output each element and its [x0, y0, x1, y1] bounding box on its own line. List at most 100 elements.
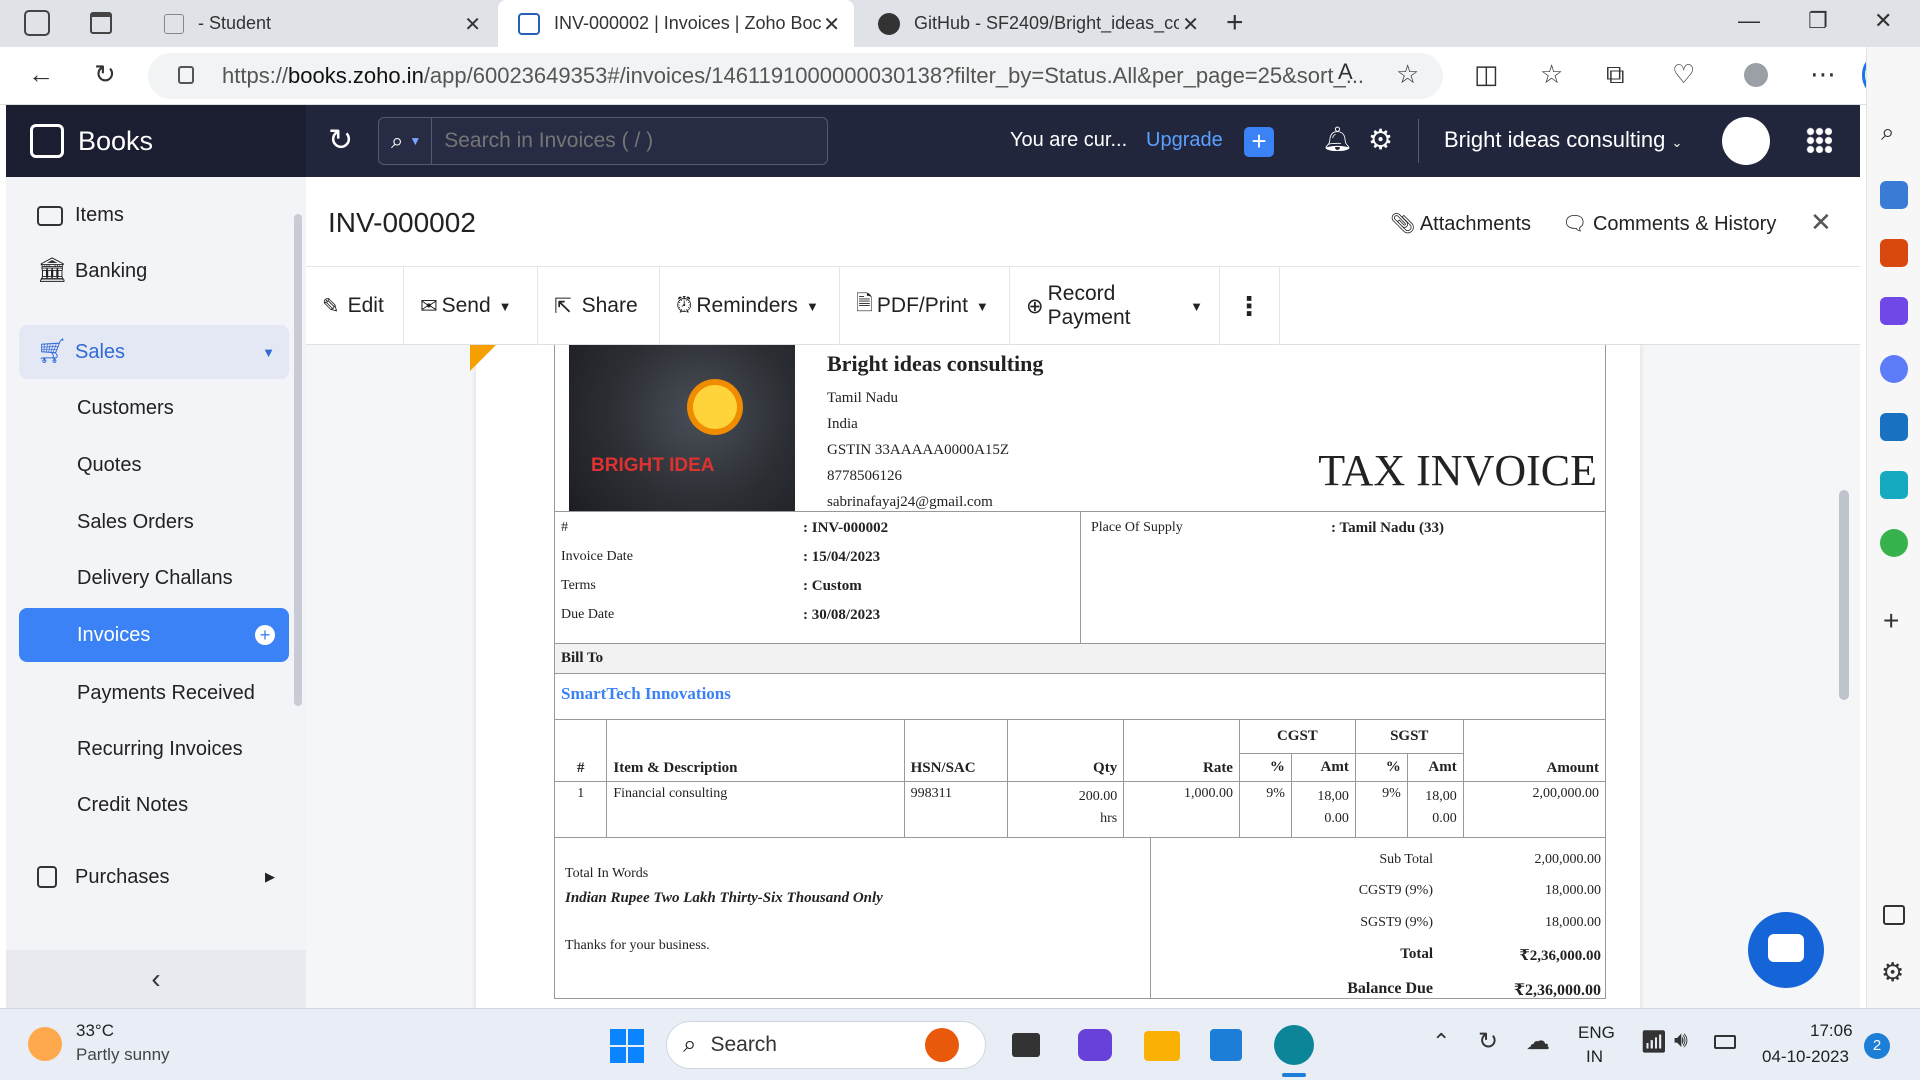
- sidebar-item-sales-orders[interactable]: Sales Orders: [19, 495, 289, 549]
- close-tab-icon[interactable]: ✕: [823, 12, 840, 37]
- close-icon[interactable]: ✕: [1810, 207, 1832, 238]
- new-tab-icon[interactable]: +: [1226, 6, 1244, 40]
- url-field[interactable]: https://books.zoho.in/app/60023649353#/i…: [148, 53, 1443, 99]
- share-button[interactable]: ⇱ Share: [538, 267, 660, 345]
- file-explorer-icon[interactable]: [1144, 1031, 1180, 1061]
- app-grid-icon[interactable]: [1806, 127, 1832, 153]
- more-icon[interactable]: ⋯: [1810, 59, 1836, 90]
- wifi-icon[interactable]: 📶︎: [1640, 1029, 1668, 1055]
- sidebar-toggle-icon[interactable]: [1883, 905, 1905, 925]
- tab-invoice[interactable]: INV-000002 | Invoices | Zoho Boc ✕: [498, 0, 854, 47]
- pdf-print-button[interactable]: 🗎︎ PDF/Print ▼: [840, 267, 1010, 345]
- read-aloud-icon[interactable]: A: [1338, 59, 1353, 85]
- notification-badge[interactable]: 2: [1864, 1033, 1890, 1059]
- tab-label: GitHub - SF2409/Bright_ideas_co: [914, 13, 1179, 33]
- clock-time[interactable]: 17:06: [1810, 1021, 1853, 1041]
- sidebar-item-payments-received[interactable]: Payments Received: [19, 666, 289, 720]
- tab-actions-icon[interactable]: [90, 12, 112, 34]
- sidebar-item-recurring-invoices[interactable]: Recurring Invoices: [19, 722, 289, 776]
- sidebar-item-purchases[interactable]: Purchases ▶: [19, 850, 289, 904]
- settings-icon[interactable]: ⚙: [1881, 957, 1904, 988]
- gear-icon[interactable]: ⚙: [1368, 123, 1393, 156]
- split-screen-icon[interactable]: ◫: [1474, 59, 1499, 90]
- search-icon[interactable]: ⌕: [1881, 119, 1894, 147]
- sidebar-item-banking[interactable]: 🏛︎ Banking: [19, 244, 289, 298]
- items-table-wrap: # Item & Description HSN/SAC Qty Rate CG…: [555, 719, 1605, 838]
- attachments-button[interactable]: 📎︎ Attachments: [1390, 211, 1531, 236]
- sidebar-item-quotes[interactable]: Quotes: [19, 438, 289, 492]
- back-icon[interactable]: ←: [28, 59, 54, 90]
- search-input[interactable]: [444, 129, 805, 153]
- content-scrollbar[interactable]: [1839, 490, 1849, 700]
- chat-button[interactable]: [1748, 912, 1824, 988]
- edge-icon[interactable]: [1274, 1025, 1314, 1065]
- sidebar-item-invoices[interactable]: Invoices +: [19, 608, 289, 662]
- chevron-down-icon[interactable]: ▼: [409, 134, 421, 148]
- search-box[interactable]: ⌕ ▼: [378, 117, 828, 165]
- store-icon[interactable]: [1210, 1029, 1242, 1061]
- onedrive-icon[interactable]: ☁: [1526, 1027, 1550, 1056]
- office-icon[interactable]: [1880, 355, 1908, 383]
- cell-item: Financial consulting: [606, 781, 905, 838]
- sidebar-item-items[interactable]: Items: [19, 188, 289, 242]
- profile-avatar[interactable]: [1744, 63, 1768, 87]
- tab-student[interactable]: - Student ✕: [140, 0, 495, 47]
- outlook-icon[interactable]: [1880, 413, 1908, 441]
- weather-icon[interactable]: [28, 1027, 62, 1061]
- sidebar-item-sales[interactable]: 🛒︎ Sales ▼: [19, 325, 289, 379]
- collapse-sidebar-button[interactable]: ‹: [6, 950, 306, 1008]
- clock-date[interactable]: 04-10-2023: [1762, 1047, 1849, 1067]
- qty-value: 200.00: [1078, 789, 1118, 804]
- tools-icon[interactable]: [1880, 239, 1908, 267]
- recent-activity-icon[interactable]: ↻: [328, 123, 353, 158]
- tree-icon[interactable]: [1880, 529, 1908, 557]
- sync-icon[interactable]: ↻: [1478, 1027, 1498, 1056]
- record-payment-button[interactable]: ⊕ Record Payment ▼: [1010, 267, 1220, 345]
- shopping-icon[interactable]: [1880, 181, 1908, 209]
- sidebar-item-credit-notes[interactable]: Credit Notes: [19, 778, 289, 832]
- close-window-icon[interactable]: ✕: [1874, 8, 1892, 34]
- org-switcher[interactable]: Bright ideas consulting ⌄: [1444, 127, 1682, 153]
- user-avatar[interactable]: [1722, 117, 1770, 165]
- close-tab-icon[interactable]: ✕: [464, 12, 481, 37]
- more-actions-button[interactable]: ⋮: [1220, 267, 1280, 345]
- chevron-up-icon[interactable]: ⌃: [1432, 1029, 1450, 1055]
- favorites-icon[interactable]: ☆: [1540, 59, 1563, 90]
- edit-button[interactable]: ✎ Edit: [306, 267, 404, 345]
- brand[interactable]: Books: [6, 105, 306, 177]
- search-icon[interactable]: ⌕: [391, 128, 403, 154]
- volume-icon[interactable]: 🔊︎: [1674, 1027, 1688, 1053]
- collections-icon[interactable]: ⧉: [1606, 59, 1625, 91]
- favorite-star-icon[interactable]: ☆: [1396, 59, 1419, 90]
- customer-link[interactable]: SmartTech Innovations: [561, 684, 731, 704]
- sgst-amt-line1: 18,00: [1425, 789, 1457, 804]
- task-view-icon[interactable]: [1012, 1033, 1040, 1057]
- taskbar-search[interactable]: ⌕ Search: [666, 1021, 986, 1069]
- close-tab-icon[interactable]: ✕: [1182, 12, 1199, 37]
- bell-icon[interactable]: 🔔︎: [1322, 125, 1352, 154]
- language-region[interactable]: IN: [1586, 1047, 1603, 1067]
- add-invoice-icon[interactable]: +: [255, 625, 275, 645]
- games-icon[interactable]: [1880, 297, 1908, 325]
- upgrade-link[interactable]: Upgrade: [1146, 129, 1223, 152]
- performance-icon[interactable]: ♡: [1672, 59, 1695, 90]
- windows-start-icon[interactable]: [610, 1029, 644, 1063]
- minimize-icon[interactable]: —: [1738, 8, 1760, 34]
- reminders-button[interactable]: ⏰︎ Reminders ▼: [660, 267, 840, 345]
- sidebar-item-customers[interactable]: Customers: [19, 381, 289, 435]
- workspaces-icon[interactable]: [24, 10, 50, 36]
- total-label: Total: [1400, 946, 1433, 962]
- quick-create-button[interactable]: +: [1244, 127, 1274, 157]
- send-icon[interactable]: [1880, 471, 1908, 499]
- sidebar-item-delivery-challans[interactable]: Delivery Challans: [19, 551, 289, 605]
- language-code[interactable]: ENG: [1578, 1023, 1615, 1043]
- restore-icon[interactable]: ❐: [1808, 8, 1828, 34]
- battery-icon[interactable]: [1714, 1035, 1736, 1049]
- sidebar-scrollbar[interactable]: [294, 214, 302, 706]
- send-button[interactable]: ✉ Send ▼: [404, 267, 538, 345]
- refresh-icon[interactable]: ↻: [94, 59, 116, 90]
- tab-github[interactable]: GitHub - SF2409/Bright_ideas_co ✕: [858, 0, 1213, 47]
- comments-history-button[interactable]: 🗨︎ Comments & History: [1562, 211, 1776, 236]
- teams-icon[interactable]: [1078, 1029, 1112, 1061]
- add-icon[interactable]: +: [1883, 605, 1899, 637]
